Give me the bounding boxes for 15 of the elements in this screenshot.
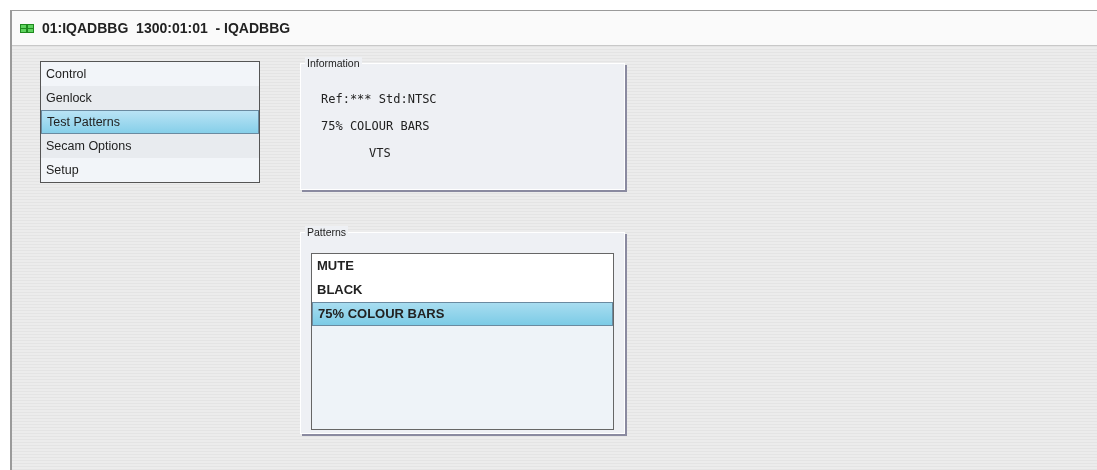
pattern-item[interactable]: BLACK (312, 278, 613, 302)
nav-item[interactable]: Test Patterns (41, 110, 259, 134)
window-title: 01:IQADBBG 1300:01:01 - IQADBBG (42, 20, 291, 36)
nav-item[interactable]: Genlock (41, 86, 259, 110)
info-text: VTS (368, 146, 392, 161)
pattern-item[interactable]: 75% COLOUR BARS (312, 302, 613, 326)
pattern-item[interactable]: MUTE (312, 254, 613, 278)
group-title: Information (305, 57, 362, 69)
info-text: 75% COLOUR BARS (321, 119, 431, 134)
group-title: Patterns (305, 226, 349, 238)
nav-item[interactable]: Control (41, 62, 259, 86)
info-text: Ref:*** Std:NTSC (321, 92, 438, 107)
nav-item[interactable]: Secam Options (41, 134, 259, 158)
grid-icon (20, 23, 34, 33)
nav-item[interactable]: Setup (41, 158, 259, 182)
